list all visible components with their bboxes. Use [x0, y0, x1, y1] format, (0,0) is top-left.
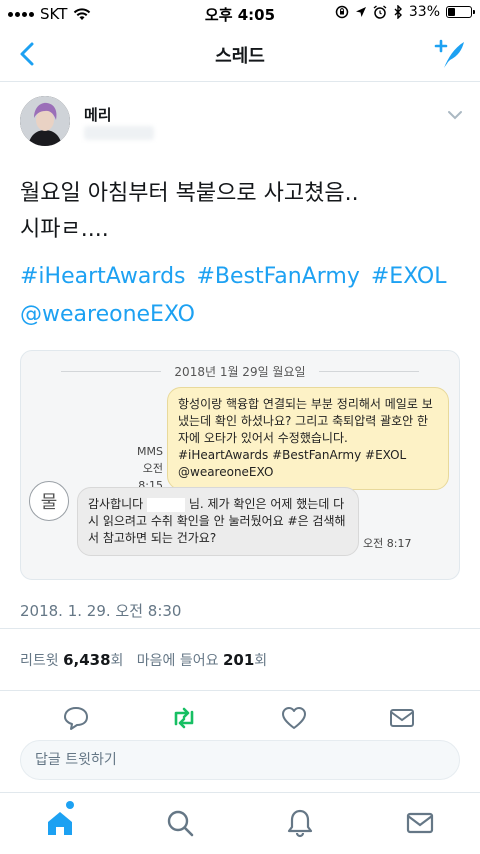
page-title: 스레드: [215, 46, 265, 67]
retweets-label: 리트윗: [20, 653, 59, 669]
alarm-icon: [373, 5, 387, 19]
received-message-bubble: 감사합니다 님. 제가 확인은 어제 했는데 다시 읽으려고 수취 확인을 안 …: [77, 487, 359, 556]
compose-tweet-icon[interactable]: [432, 36, 468, 72]
avatar-image: [20, 96, 70, 146]
tweet-hashtags: #iHeartAwards #BestFanArmy #EXOL @weareo…: [20, 258, 460, 334]
rotation-lock-icon: [335, 5, 349, 19]
likes-label: 마음에 들어요: [136, 653, 219, 669]
tweet-text-line: 시파ㄹ....: [20, 217, 109, 242]
avatar[interactable]: [20, 96, 70, 146]
reply-bar: 답글 트윗하기: [0, 738, 480, 784]
received-text-start: 감사합니다: [88, 497, 144, 511]
tweet-text-line: 월요일 아침부터 복붙으로 사고쳤음..: [20, 181, 359, 206]
divider: [0, 628, 480, 629]
notifications-bell-icon[interactable]: [284, 807, 316, 839]
location-icon: [355, 7, 366, 17]
bluetooth-icon: [394, 5, 402, 19]
like-heart-icon[interactable]: [280, 704, 308, 732]
home-unread-dot: [66, 801, 74, 809]
likes-unit: 회: [254, 653, 268, 669]
tweet-actions: [0, 700, 480, 736]
hashtag-link[interactable]: #BestFanArmy: [197, 264, 360, 289]
bottom-tab-bar: [0, 792, 480, 854]
reply-input[interactable]: 답글 트윗하기: [20, 740, 460, 780]
likes-count: 201: [222, 651, 255, 669]
message-date: 2018년 1월 29일 월요일: [21, 363, 459, 380]
hashtag-link[interactable]: #iHeartAwards: [20, 264, 186, 289]
status-bar: SKT 오후 4:05 33%: [0, 0, 480, 28]
mention-link[interactable]: @weareoneEXO: [20, 302, 195, 327]
tweet-media-image[interactable]: 2018년 1월 29일 월요일 항성이랑 핵융합 연결되는 부분 정리해서 메…: [20, 350, 460, 580]
nav-bar: 스레드: [0, 28, 480, 82]
divider: [0, 690, 480, 691]
sent-message-bubble: 항성이랑 핵융합 연결되는 부분 정리해서 메일로 보냈는데 확인 하셨나요? …: [167, 387, 449, 490]
battery-fill: [448, 8, 456, 16]
author-handle-blurred: [84, 126, 154, 140]
status-right: 33%: [335, 4, 475, 20]
received-time: 오전 8:17: [363, 537, 412, 550]
retweet-icon[interactable]: [170, 704, 198, 732]
direct-message-icon[interactable]: [388, 704, 416, 732]
hashtag-link[interactable]: #EXOL: [371, 264, 447, 289]
author-name[interactable]: 메리: [84, 104, 112, 125]
retweets-count: 6,438: [63, 651, 111, 669]
redaction-mask: [147, 497, 186, 512]
chevron-down-icon[interactable]: [446, 106, 464, 124]
retweets-unit: 회: [110, 653, 124, 669]
contact-avatar: 물: [29, 481, 69, 521]
reply-icon[interactable]: [62, 704, 90, 732]
messages-icon[interactable]: [404, 807, 436, 839]
battery-percent: 33%: [408, 4, 440, 20]
author-row: 메리: [20, 96, 468, 156]
battery-icon: [446, 6, 475, 18]
home-icon[interactable]: [44, 807, 76, 839]
tweet-timestamp: 2018. 1. 29. 오전 8:30: [20, 602, 182, 620]
search-icon[interactable]: [164, 807, 196, 839]
message-type: MMS: [137, 445, 163, 458]
tweet-stats[interactable]: 리트윗 6,438회 마음에 들어요 201회: [20, 650, 267, 670]
tweet-text: 월요일 아침부터 복붙으로 사고쳤음.. 시파ㄹ....: [20, 176, 460, 248]
